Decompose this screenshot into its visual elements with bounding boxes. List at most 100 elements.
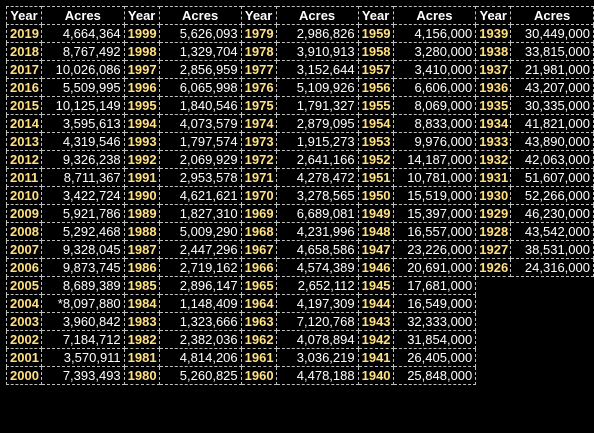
table-row: 2014 3,595,613 1994 4,073,579 1974 2,879,095 1… xyxy=(6,114,594,133)
acres-cell: 2,879,095 xyxy=(275,114,359,133)
acres-cell: 5,626,093 xyxy=(158,24,242,43)
year-header: Year xyxy=(357,6,394,25)
year-cell: 2013 xyxy=(6,132,42,151)
year-cell: 1943 xyxy=(357,312,394,331)
year-cell: 1991 xyxy=(123,168,160,187)
year-cell: 1960 xyxy=(240,366,277,385)
acres-cell: 21,981,000 xyxy=(510,60,594,79)
acres-cell: 4,319,546 xyxy=(40,132,125,151)
year-cell: 1946 xyxy=(357,258,394,277)
year-header: Year xyxy=(240,6,277,25)
acres-cell: 3,570,911 xyxy=(40,348,125,367)
year-cell: 1972 xyxy=(240,150,277,169)
year-cell: 1935 xyxy=(475,96,512,115)
table-row: 2013 4,319,546 1993 1,797,574 1973 1,915,273 1… xyxy=(6,132,594,151)
acres-cell: 6,606,000 xyxy=(392,78,477,97)
year-cell: 2010 xyxy=(6,186,42,205)
year-cell: 1990 xyxy=(123,186,160,205)
acres-cell: *8,097,880 xyxy=(40,294,125,313)
acres-cell: 4,814,206 xyxy=(158,348,242,367)
acres-cell: 23,226,000 xyxy=(392,240,477,259)
year-cell: 2002 xyxy=(6,330,42,349)
acres-cell: 2,652,112 xyxy=(275,276,359,295)
year-header: Year xyxy=(6,6,42,25)
year-cell: 1994 xyxy=(123,114,160,133)
acres-cell: 4,621,621 xyxy=(158,186,242,205)
year-cell: 2001 xyxy=(6,348,42,367)
year-cell: 1932 xyxy=(475,150,512,169)
table-row: 2002 7,184,712 1982 2,382,036 1962 4,078,894 1… xyxy=(6,330,594,349)
year-cell: 1951 xyxy=(357,168,394,187)
table-row: 2000 7,393,493 1980 5,260,825 1960 4,478,188 1… xyxy=(6,366,594,385)
acres-cell: 1,323,666 xyxy=(158,312,242,331)
acres-cell: 24,316,000 xyxy=(510,258,594,277)
acres-cell: 8,767,492 xyxy=(40,42,125,61)
year-cell: 1928 xyxy=(475,222,512,241)
year-cell: 2018 xyxy=(6,42,42,61)
acres-cell: 8,069,000 xyxy=(392,96,477,115)
acres-cell: 38,531,000 xyxy=(510,240,594,259)
acres-cell: 4,658,586 xyxy=(275,240,359,259)
year-cell: 1936 xyxy=(475,78,512,97)
year-cell: 1961 xyxy=(240,348,277,367)
year-cell: 1962 xyxy=(240,330,277,349)
acres-cell: 15,397,000 xyxy=(392,204,477,223)
acres-cell: 1,915,273 xyxy=(275,132,359,151)
acres-cell: 9,873,745 xyxy=(40,258,125,277)
acres-cell: 3,152,644 xyxy=(275,60,359,79)
year-cell: 2000 xyxy=(6,366,42,385)
year-cell: 2005 xyxy=(6,276,42,295)
year-cell: 1981 xyxy=(123,348,160,367)
year-cell: 1987 xyxy=(123,240,160,259)
acres-cell: 9,326,238 xyxy=(40,150,125,169)
table-row: 2016 5,509,995 1996 6,065,998 1976 5,109,926 1… xyxy=(6,78,594,97)
acres-cell: 51,607,000 xyxy=(510,168,594,187)
year-cell: 1948 xyxy=(357,222,394,241)
acres-cell: 5,109,926 xyxy=(275,78,359,97)
acres-cell: 4,197,309 xyxy=(275,294,359,313)
year-cell: 1953 xyxy=(357,132,394,151)
table-row: 2004 *8,097,880 1984 1,148,409 1964 4,197,309… xyxy=(6,294,594,313)
year-cell: 2019 xyxy=(6,24,42,43)
year-cell: 2007 xyxy=(6,240,42,259)
year-cell: 1945 xyxy=(357,276,394,295)
year-cell: 1992 xyxy=(123,150,160,169)
year-cell: 2014 xyxy=(6,114,42,133)
year-cell: 1947 xyxy=(357,240,394,259)
year-cell: 1963 xyxy=(240,312,277,331)
year-cell: 1939 xyxy=(475,24,512,43)
acres-cell: 9,976,000 xyxy=(392,132,477,151)
year-cell: 1989 xyxy=(123,204,160,223)
table-row: 2008 5,292,468 1988 5,009,290 1968 4,231,996 1… xyxy=(6,222,594,241)
acres-cell: 3,410,000 xyxy=(392,60,477,79)
acres-cell: 5,009,290 xyxy=(158,222,242,241)
acres-cell: 15,519,000 xyxy=(392,186,477,205)
acres-cell: 17,681,000 xyxy=(392,276,477,295)
year-cell: 1997 xyxy=(123,60,160,79)
year-cell: 1950 xyxy=(357,186,394,205)
year-cell: 1929 xyxy=(475,204,512,223)
table-row: 2019 4,664,364 1999 5,626,093 1979 2,986,826 1… xyxy=(6,24,594,43)
year-cell: 1927 xyxy=(475,240,512,259)
empty-cell xyxy=(476,349,594,367)
year-cell: 1938 xyxy=(475,42,512,61)
year-cell: 1980 xyxy=(123,366,160,385)
year-cell: 1933 xyxy=(475,132,512,151)
year-cell: 1984 xyxy=(123,294,160,313)
table-row: 2009 5,921,786 1989 1,827,310 1969 6,689,081 1… xyxy=(6,204,594,223)
table-row: 2005 8,689,389 1985 2,896,147 1965 2,652,112 1… xyxy=(6,276,594,295)
acres-cell: 2,069,929 xyxy=(158,150,242,169)
year-cell: 1993 xyxy=(123,132,160,151)
year-cell: 2017 xyxy=(6,60,42,79)
acres-cell: 14,187,000 xyxy=(392,150,477,169)
acres-cell: 30,449,000 xyxy=(510,24,594,43)
acres-cell: 6,689,081 xyxy=(275,204,359,223)
acres-cell: 4,278,472 xyxy=(275,168,359,187)
acres-cell: 16,549,000 xyxy=(392,294,477,313)
acres-by-year-table: Year Acres Year Acres Year Acres Year Ac… xyxy=(6,6,594,385)
year-cell: 1967 xyxy=(240,240,277,259)
year-cell: 1957 xyxy=(357,60,394,79)
table-body: 2019 4,664,364 1999 5,626,093 1979 2,986,826 1… xyxy=(6,24,594,385)
year-cell: 1982 xyxy=(123,330,160,349)
year-cell: 1958 xyxy=(357,42,394,61)
